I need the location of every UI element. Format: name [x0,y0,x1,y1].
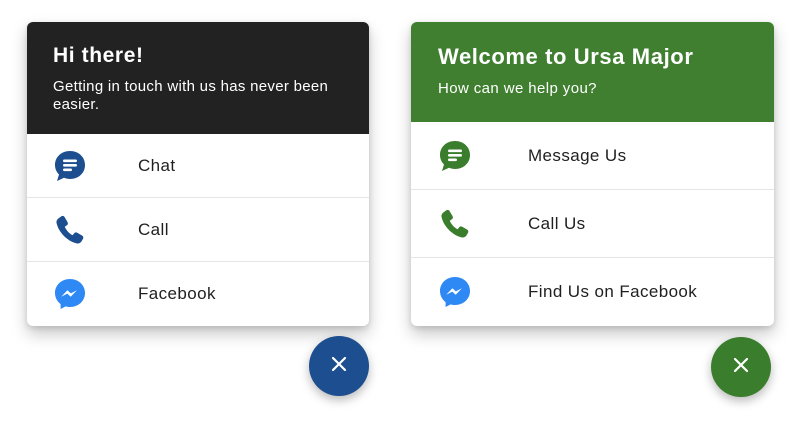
messenger-icon [438,275,472,309]
contact-panel: Hi there! Getting in touch with us has n… [27,22,369,326]
option-label: Facebook [138,284,216,303]
contact-panel: Welcome to Ursa Major How can we help yo… [411,22,774,326]
option-find-us-on-facebook[interactable]: Find Us on Facebook [411,258,774,326]
close-button[interactable] [711,337,771,397]
panel-title: Hi there! [53,44,144,67]
option-label: Call Us [528,213,586,233]
chat-bubble-icon [438,139,472,173]
option-facebook[interactable]: Facebook [27,262,369,326]
option-message-us[interactable]: Message Us [411,122,774,190]
panel-title: Welcome to Ursa Major [438,44,694,69]
phone-icon [438,207,472,241]
option-call[interactable]: Call [27,198,369,262]
option-label: Chat [138,155,176,175]
close-icon [732,356,750,379]
chat-bubble-icon [53,149,87,183]
option-call-us[interactable]: Call Us [411,190,774,258]
close-icon [330,355,348,378]
panel-header: Hi there! Getting in touch with us has n… [27,22,369,134]
panel-header: Welcome to Ursa Major How can we help yo… [411,22,774,122]
panel-subtitle: Getting in touch with us has never been … [53,78,329,113]
option-label: Message Us [528,145,627,165]
messenger-icon [53,277,87,311]
phone-icon [53,213,87,247]
option-label: Find Us on Facebook [528,282,698,301]
option-label: Call [138,219,169,239]
close-button[interactable] [309,336,369,396]
option-chat[interactable]: Chat [27,134,369,198]
panel-subtitle: How can we help you? [438,80,597,97]
